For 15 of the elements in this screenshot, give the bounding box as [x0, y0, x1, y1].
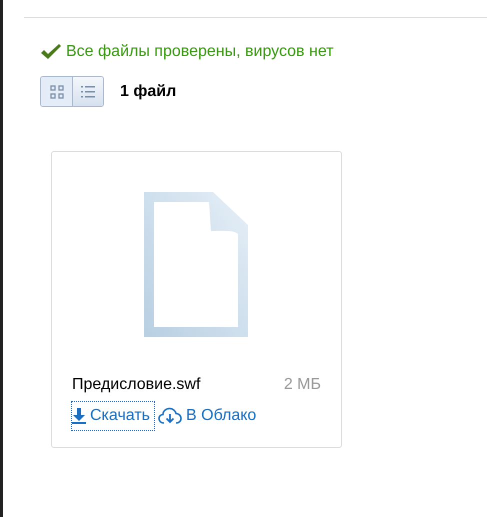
file-card[interactable]: Предисловие.swf 2 МБ Скачать В Облако [51, 151, 342, 448]
download-link[interactable]: Скачать [72, 402, 154, 430]
list-view-button[interactable] [72, 77, 103, 106]
file-size: 2 МБ [284, 375, 321, 395]
file-count: 1 файл [120, 82, 176, 102]
document-icon [144, 192, 249, 337]
download-icon [72, 408, 86, 424]
save-to-cloud-link[interactable]: В Облако [158, 402, 260, 430]
cloud-download-icon [158, 407, 182, 425]
grid-view-icon [50, 84, 64, 98]
file-name: Предисловие.swf [72, 375, 200, 395]
check-icon [40, 43, 62, 61]
list-view-icon [80, 84, 96, 98]
grid-view-button[interactable] [41, 77, 72, 106]
scan-status-text: Все файлы проверены, вирусов нет [66, 42, 334, 62]
